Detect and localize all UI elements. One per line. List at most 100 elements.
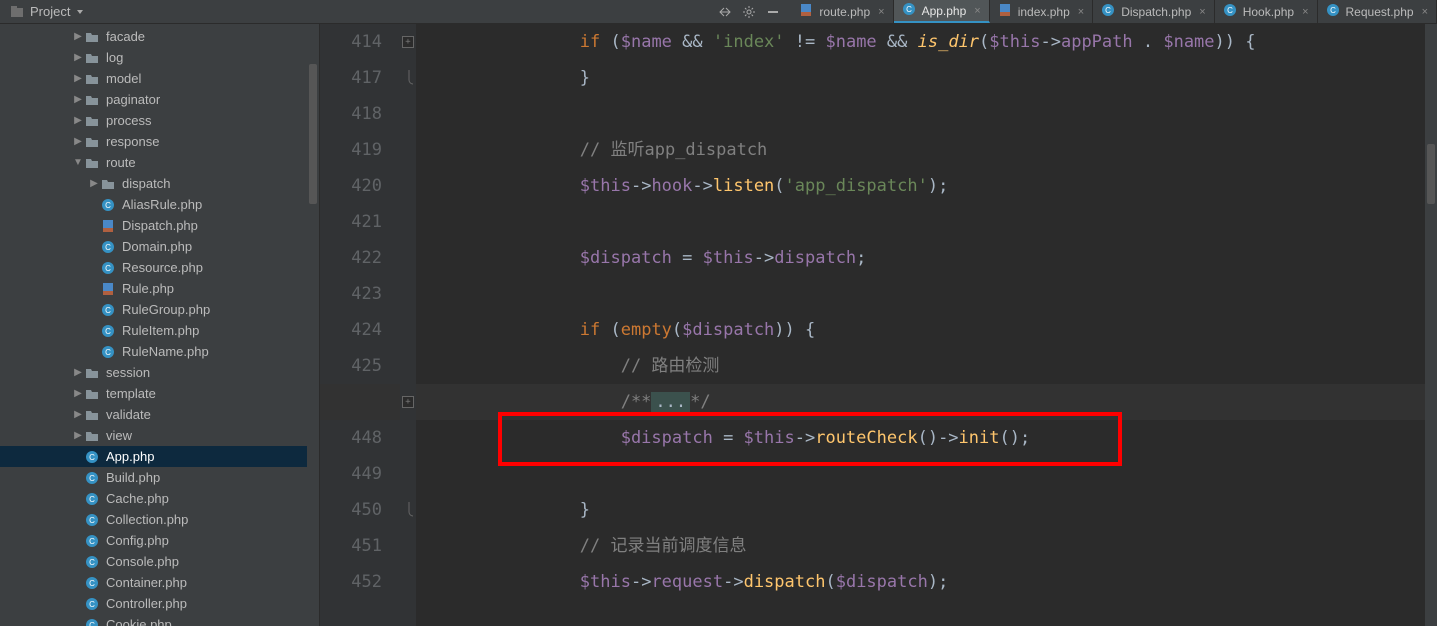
tab-Request-php[interactable]: CRequest.php× bbox=[1318, 0, 1437, 23]
tree-item-label: validate bbox=[106, 407, 151, 422]
tree-item-label: RuleItem.php bbox=[122, 323, 199, 338]
tab-index-php[interactable]: index.php × bbox=[990, 0, 1093, 23]
folder-icon bbox=[84, 29, 100, 45]
fold-column[interactable]: ++ bbox=[400, 24, 416, 626]
gear-icon[interactable] bbox=[737, 5, 761, 19]
tree-item-validate[interactable]: ▶validate bbox=[0, 404, 319, 425]
file-icon: C bbox=[902, 2, 916, 19]
tree-item-response[interactable]: ▶response bbox=[0, 131, 319, 152]
tree-item-label: Resource.php bbox=[122, 260, 203, 275]
chevron-right-icon: ▶ bbox=[72, 52, 84, 63]
tree-item-label: template bbox=[106, 386, 156, 401]
code-editor[interactable]: 4144174184194204214224234244254264484494… bbox=[320, 24, 1437, 626]
svg-text:C: C bbox=[89, 621, 95, 626]
tree-item-label: Dispatch.php bbox=[122, 218, 198, 233]
file-icon: C bbox=[100, 197, 116, 213]
file-icon: C bbox=[84, 596, 100, 612]
line-number: 420 bbox=[320, 168, 382, 204]
tree-item-label: AliasRule.php bbox=[122, 197, 202, 212]
tree-item-Rule-php[interactable]: Rule.php bbox=[0, 278, 319, 299]
tab-label: index.php bbox=[1018, 5, 1070, 19]
folder-icon bbox=[84, 386, 100, 402]
tab-label: route.php bbox=[819, 5, 870, 19]
tree-item-RuleName-php[interactable]: CRuleName.php bbox=[0, 341, 319, 362]
collapse-icon[interactable] bbox=[713, 5, 737, 19]
file-icon: C bbox=[84, 449, 100, 465]
tree-item-label: response bbox=[106, 134, 159, 149]
close-icon[interactable]: × bbox=[1302, 6, 1308, 18]
tree-item-paginator[interactable]: ▶paginator bbox=[0, 89, 319, 110]
tree-item-label: model bbox=[106, 71, 141, 86]
folder-icon bbox=[84, 365, 100, 381]
file-icon: C bbox=[1223, 3, 1237, 20]
gutter: 4144174184194204214224234244254264484494… bbox=[320, 24, 400, 626]
tree-item-session[interactable]: ▶session bbox=[0, 362, 319, 383]
tree-item-Collection-php[interactable]: CCollection.php bbox=[0, 509, 319, 530]
tree-item-label: view bbox=[106, 428, 132, 443]
chevron-right-icon: ▶ bbox=[72, 31, 84, 42]
line-number: 423 bbox=[320, 276, 382, 312]
svg-text:C: C bbox=[89, 495, 95, 504]
tree-item-view[interactable]: ▶view bbox=[0, 425, 319, 446]
tab-App-php[interactable]: CApp.php× bbox=[894, 0, 990, 23]
minimize-icon[interactable] bbox=[761, 5, 785, 19]
tree-item-RuleGroup-php[interactable]: CRuleGroup.php bbox=[0, 299, 319, 320]
tree-item-label: Config.php bbox=[106, 533, 169, 548]
svg-text:C: C bbox=[89, 453, 95, 462]
folder-icon bbox=[84, 155, 100, 171]
tree-item-RuleItem-php[interactable]: CRuleItem.php bbox=[0, 320, 319, 341]
editor-scrollbar[interactable] bbox=[1425, 24, 1437, 626]
tree-item-label: paginator bbox=[106, 92, 160, 107]
tree-item-Controller-php[interactable]: C Controller.php bbox=[0, 593, 319, 614]
close-icon[interactable]: × bbox=[1199, 6, 1205, 18]
file-icon bbox=[799, 3, 813, 20]
tree-item-App-php[interactable]: CApp.php bbox=[0, 446, 319, 467]
tree-item-facade[interactable]: ▶facade bbox=[0, 26, 319, 47]
tree-item-model[interactable]: ▶model bbox=[0, 68, 319, 89]
close-icon[interactable]: × bbox=[1078, 6, 1084, 18]
close-icon[interactable]: × bbox=[878, 6, 884, 18]
tree-item-label: Cache.php bbox=[106, 491, 169, 506]
svg-text:C: C bbox=[105, 243, 111, 252]
project-tree[interactable]: ▶facade▶log▶model▶paginator▶process▶resp… bbox=[0, 24, 320, 626]
tab-label: Request.php bbox=[1346, 5, 1414, 19]
tab-Dispatch-php[interactable]: CDispatch.php× bbox=[1093, 0, 1214, 23]
tree-item-Container-php[interactable]: CContainer.php bbox=[0, 572, 319, 593]
tree-item-Config-php[interactable]: C Config.php bbox=[0, 530, 319, 551]
tree-item-AliasRule-php[interactable]: C AliasRule.php bbox=[0, 194, 319, 215]
fold-expand-icon[interactable]: + bbox=[402, 396, 414, 408]
close-icon[interactable]: × bbox=[974, 5, 980, 17]
tree-item-Dispatch-php[interactable]: Dispatch.php bbox=[0, 215, 319, 236]
svg-text:C: C bbox=[89, 579, 95, 588]
tree-item-Cookie-php[interactable]: C Cookie.php bbox=[0, 614, 319, 626]
tree-item-log[interactable]: ▶log bbox=[0, 47, 319, 68]
project-dropdown[interactable]: Project bbox=[0, 0, 94, 23]
tree-item-Domain-php[interactable]: CDomain.php bbox=[0, 236, 319, 257]
folder-icon bbox=[84, 92, 100, 108]
svg-text:C: C bbox=[1227, 6, 1233, 15]
tree-item-Cache-php[interactable]: C Cache.php bbox=[0, 488, 319, 509]
line-number: 414 bbox=[320, 24, 382, 60]
tree-item-Resource-php[interactable]: CResource.php bbox=[0, 257, 319, 278]
tree-item-label: Controller.php bbox=[106, 596, 187, 611]
folder-icon bbox=[84, 134, 100, 150]
close-icon[interactable]: × bbox=[1422, 6, 1428, 18]
project-label: Project bbox=[30, 4, 70, 19]
sidebar-scrollbar[interactable] bbox=[307, 24, 319, 626]
tree-item-label: Cookie.php bbox=[106, 617, 172, 626]
tree-item-Console-php[interactable]: CConsole.php bbox=[0, 551, 319, 572]
tree-item-dispatch[interactable]: ▶dispatch bbox=[0, 173, 319, 194]
tree-item-template[interactable]: ▶ template bbox=[0, 383, 319, 404]
tree-item-label: session bbox=[106, 365, 150, 380]
svg-text:C: C bbox=[89, 474, 95, 483]
line-number: 450 bbox=[320, 492, 382, 528]
tab-route-php[interactable]: route.php × bbox=[791, 0, 893, 23]
tree-item-Build-php[interactable]: CBuild.php bbox=[0, 467, 319, 488]
chevron-right-icon: ▶ bbox=[72, 388, 84, 399]
tree-item-process[interactable]: ▶process bbox=[0, 110, 319, 131]
tree-item-route[interactable]: ▼route bbox=[0, 152, 319, 173]
fold-expand-icon[interactable]: + bbox=[402, 36, 414, 48]
tab-Hook-php[interactable]: CHook.php× bbox=[1215, 0, 1318, 23]
svg-text:C: C bbox=[89, 537, 95, 546]
folder-icon bbox=[84, 113, 100, 129]
